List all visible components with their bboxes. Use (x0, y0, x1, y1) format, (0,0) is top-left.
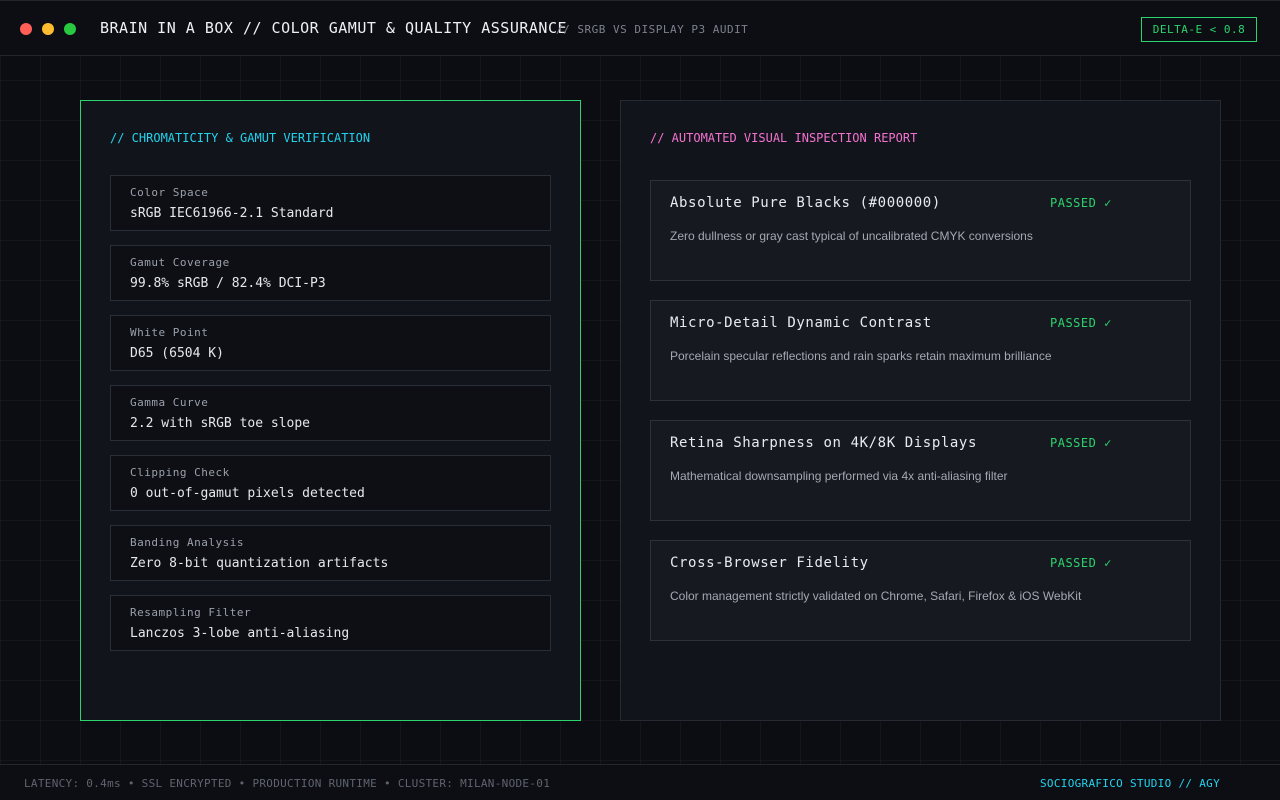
metric-value: 2.2 with sRGB toe slope (130, 416, 311, 431)
metric-value: Lanczos 3-lobe anti-aliasing (130, 626, 350, 641)
metric-white-point: White Point D65 (6504 K) (110, 315, 551, 371)
check-card-pure-blacks: Absolute Pure Blacks (#000000) PASSED ✓ … (650, 180, 1191, 281)
metric-label: White Point (130, 326, 209, 339)
app-subtitle: // SRGB VS DISPLAY P3 AUDIT (556, 23, 749, 36)
runtime-status-text: LATENCY: 0.4ms • SSL ENCRYPTED • PRODUCT… (24, 777, 551, 790)
check-status-badge: PASSED ✓ (1050, 556, 1112, 570)
metric-label: Color Space (130, 186, 209, 199)
check-description: Porcelain specular reflections and rain … (670, 349, 1052, 363)
close-window-button[interactable] (20, 23, 32, 35)
check-card-dynamic-contrast: Micro-Detail Dynamic Contrast PASSED ✓ P… (650, 300, 1191, 401)
check-card-cross-browser: Cross-Browser Fidelity PASSED ✓ Color ma… (650, 540, 1191, 641)
check-description: Zero dullness or gray cast typical of un… (670, 229, 1033, 243)
check-status-badge: PASSED ✓ (1050, 436, 1112, 450)
title-bar: BRAIN IN A BOX // COLOR GAMUT & QUALITY … (0, 0, 1280, 56)
delta-e-badge: DELTA-E < 0.8 (1141, 17, 1257, 42)
metric-gamma-curve: Gamma Curve 2.2 with sRGB toe slope (110, 385, 551, 441)
check-description: Color management strictly validated on C… (670, 589, 1082, 603)
metric-label: Clipping Check (130, 466, 230, 479)
metric-value: sRGB IEC61966-2.1 Standard (130, 206, 334, 221)
check-status-badge: PASSED ✓ (1050, 316, 1112, 330)
metric-clipping-check: Clipping Check 0 out-of-gamut pixels det… (110, 455, 551, 511)
inspection-report-panel: // AUTOMATED VISUAL INSPECTION REPORT Ab… (620, 100, 1221, 721)
metric-value: 99.8% sRGB / 82.4% DCI-P3 (130, 276, 326, 291)
check-title: Absolute Pure Blacks (#000000) (670, 195, 941, 211)
metric-color-space: Color Space sRGB IEC61966-2.1 Standard (110, 175, 551, 231)
gamut-panel-heading: // CHROMATICITY & GAMUT VERIFICATION (110, 131, 371, 145)
metric-banding-analysis: Banding Analysis Zero 8-bit quantization… (110, 525, 551, 581)
minimize-window-button[interactable] (42, 23, 54, 35)
check-title: Retina Sharpness on 4K/8K Displays (670, 435, 977, 451)
inspection-panel-heading: // AUTOMATED VISUAL INSPECTION REPORT (650, 131, 918, 145)
metric-label: Gamut Coverage (130, 256, 230, 269)
status-footer: LATENCY: 0.4ms • SSL ENCRYPTED • PRODUCT… (0, 764, 1280, 800)
metric-label: Banding Analysis (130, 536, 244, 549)
metric-value: Zero 8-bit quantization artifacts (130, 556, 389, 571)
gamut-verification-panel: // CHROMATICITY & GAMUT VERIFICATION Col… (80, 100, 581, 721)
metric-value: D65 (6504 K) (130, 346, 224, 361)
metric-label: Resampling Filter (130, 606, 252, 619)
check-status-badge: PASSED ✓ (1050, 196, 1112, 210)
metric-label: Gamma Curve (130, 396, 209, 409)
metric-value: 0 out-of-gamut pixels detected (130, 486, 365, 501)
check-card-retina-sharpness: Retina Sharpness on 4K/8K Displays PASSE… (650, 420, 1191, 521)
metric-resampling-filter: Resampling Filter Lanczos 3-lobe anti-al… (110, 595, 551, 651)
check-description: Mathematical downsampling performed via … (670, 469, 1008, 483)
metric-gamut-coverage: Gamut Coverage 99.8% sRGB / 82.4% DCI-P3 (110, 245, 551, 301)
app-title: BRAIN IN A BOX // COLOR GAMUT & QUALITY … (100, 19, 568, 37)
studio-credit: SOCIOGRAFICO STUDIO // AGY (1040, 777, 1220, 790)
maximize-window-button[interactable] (64, 23, 76, 35)
check-title: Cross-Browser Fidelity (670, 555, 869, 571)
check-title: Micro-Detail Dynamic Contrast (670, 315, 932, 331)
